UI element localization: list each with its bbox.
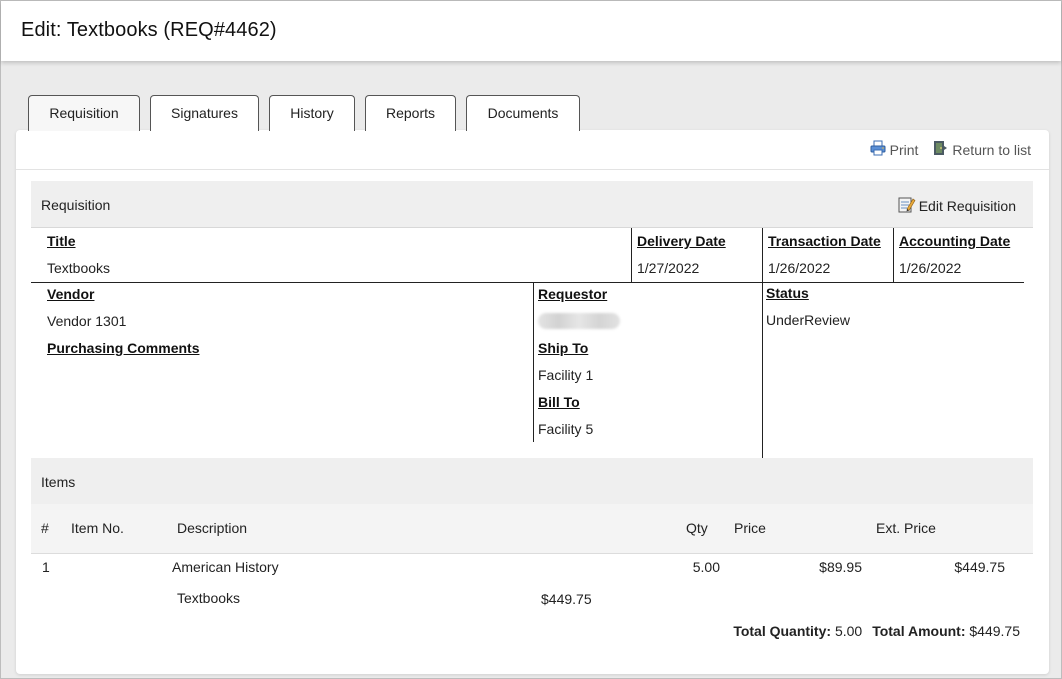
door-exit-icon (932, 140, 948, 159)
requisition-section-header: Requisition Edit Requisition (31, 181, 1033, 228)
vendor-value: Vendor 1301 (47, 313, 127, 329)
col-header-num: # (41, 520, 49, 536)
printer-icon (870, 140, 886, 159)
status-label: Status (766, 285, 809, 301)
accounting-date-value: 1/26/2022 (899, 260, 962, 276)
transaction-date-label: Transaction Date (768, 233, 881, 249)
print-label: Print (889, 141, 919, 158)
items-table-header: # Item No. Description Qty Price Ext. Pr… (31, 504, 1033, 554)
bill-to-label: Bill To (538, 394, 580, 410)
tab-requisition[interactable]: Requisition (28, 95, 140, 131)
requisition-panel: Print Return to list Requisition Edit Re… (16, 130, 1049, 674)
requestor-value-redacted (538, 313, 620, 329)
total-quantity-label: Total Quantity: (733, 623, 832, 639)
total-quantity-value: 5.00 (834, 623, 863, 639)
total-amount-label: Total Amount: (872, 623, 966, 639)
ship-to-value: Facility 1 (538, 367, 594, 383)
row-price: $89.95 (819, 559, 862, 575)
delivery-date-value: 1/27/2022 (637, 260, 700, 276)
requestor-label: Requestor (538, 286, 608, 302)
panel-divider (16, 169, 1049, 170)
bill-to-value: Facility 5 (538, 421, 594, 437)
page-header: Edit: Textbooks (REQ#4462) (1, 1, 1061, 61)
title-label: Title (47, 233, 76, 249)
tab-documents[interactable]: Documents (466, 95, 580, 131)
tab-history[interactable]: History (269, 95, 355, 131)
group-amount: $449.75 (541, 591, 592, 607)
row-num: 1 (42, 559, 50, 575)
grid-divider (762, 228, 763, 458)
purchasing-comments-label: Purchasing Comments (47, 340, 200, 356)
title-value: Textbooks (47, 260, 111, 276)
delivery-date-label: Delivery Date (637, 233, 726, 249)
requisition-section-title: Requisition (41, 197, 111, 213)
grid-divider (533, 283, 534, 442)
vendor-label: Vendor (47, 286, 95, 302)
return-to-list-button[interactable]: Return to list (932, 140, 1031, 159)
totals-row: Total Quantity: 5.00 Total Amount: $449.… (733, 623, 1020, 639)
grid-row-divider (31, 282, 1024, 283)
status-value: UnderReview (766, 312, 851, 328)
edit-requisition-label: Edit Requisition (918, 198, 1016, 214)
col-header-ext-price: Ext. Price (876, 520, 936, 536)
page-title: Edit: Textbooks (REQ#4462) (21, 19, 277, 41)
ship-to-label: Ship To (538, 340, 589, 356)
accounting-date-label: Accounting Date (899, 233, 1011, 249)
return-to-list-label: Return to list (952, 141, 1031, 158)
edit-document-icon (898, 196, 916, 216)
tab-reports[interactable]: Reports (365, 95, 456, 131)
col-header-price: Price (734, 520, 766, 536)
items-section-header: Items (31, 458, 1033, 505)
total-amount-value: $449.75 (969, 623, 1020, 639)
tab-signatures[interactable]: Signatures (150, 95, 259, 131)
transaction-date-value: 1/26/2022 (768, 260, 831, 276)
col-header-qty: Qty (686, 520, 708, 536)
col-header-item-no: Item No. (71, 520, 124, 536)
col-header-description: Description (177, 520, 248, 536)
total-amount: Total Amount: $449.75 (872, 623, 1020, 639)
print-button[interactable]: Print (870, 140, 919, 159)
total-quantity: Total Quantity: 5.00 (733, 623, 862, 639)
edit-requisition-button[interactable]: Edit Requisition (898, 196, 1016, 216)
grid-divider (893, 228, 894, 283)
row-ext-price: $449.75 (954, 559, 1005, 575)
row-description: American History (172, 559, 279, 575)
items-section-title: Items (41, 474, 76, 490)
row-qty: 5.00 (692, 559, 720, 575)
panel-actions: Print Return to list (870, 140, 1031, 159)
grid-divider (631, 228, 632, 283)
group-label: Textbooks (177, 590, 241, 606)
